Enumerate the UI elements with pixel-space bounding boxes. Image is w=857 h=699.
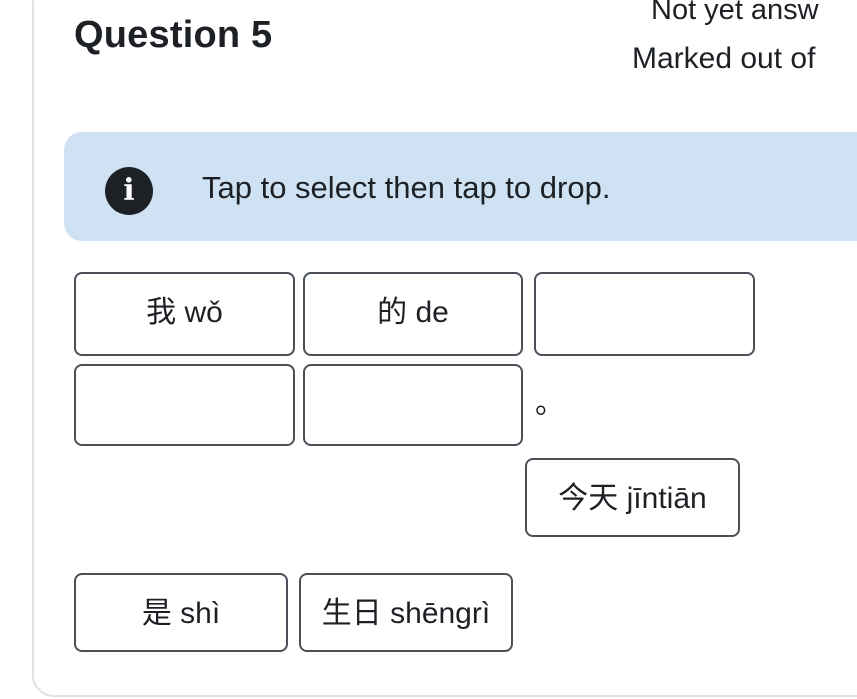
drop-zone-filled[interactable]: 的 de bbox=[303, 272, 523, 356]
drop-zone-empty[interactable] bbox=[74, 364, 295, 446]
info-icon: i bbox=[105, 167, 153, 215]
drop-zone-label: 的 de bbox=[377, 296, 449, 329]
drop-zone-empty[interactable] bbox=[534, 272, 755, 356]
instruction-text: Tap to select then tap to drop. bbox=[202, 170, 611, 205]
drag-choice[interactable]: 今天 jīntiān bbox=[525, 458, 740, 537]
sentence-punctuation: 。 bbox=[535, 387, 565, 420]
drop-zone-empty[interactable] bbox=[303, 364, 523, 446]
drag-choice-label: 今天 jīntiān bbox=[558, 482, 707, 515]
drag-choice-label: 生日 shēngrì bbox=[321, 597, 491, 630]
drag-choice[interactable]: 是 shì bbox=[74, 573, 288, 652]
question-status: Not yet answ bbox=[651, 0, 819, 26]
drop-zone-label: 我 wǒ bbox=[146, 296, 223, 329]
drop-zone-filled[interactable]: 我 wǒ bbox=[74, 272, 295, 356]
question-title: Question 5 bbox=[74, 14, 273, 56]
drag-choice-label: 是 shì bbox=[141, 597, 221, 630]
question-page: Question 5 Not yet answ Marked out of i … bbox=[0, 0, 857, 699]
question-marks: Marked out of bbox=[632, 42, 816, 75]
drag-choice[interactable]: 生日 shēngrì bbox=[299, 573, 513, 652]
